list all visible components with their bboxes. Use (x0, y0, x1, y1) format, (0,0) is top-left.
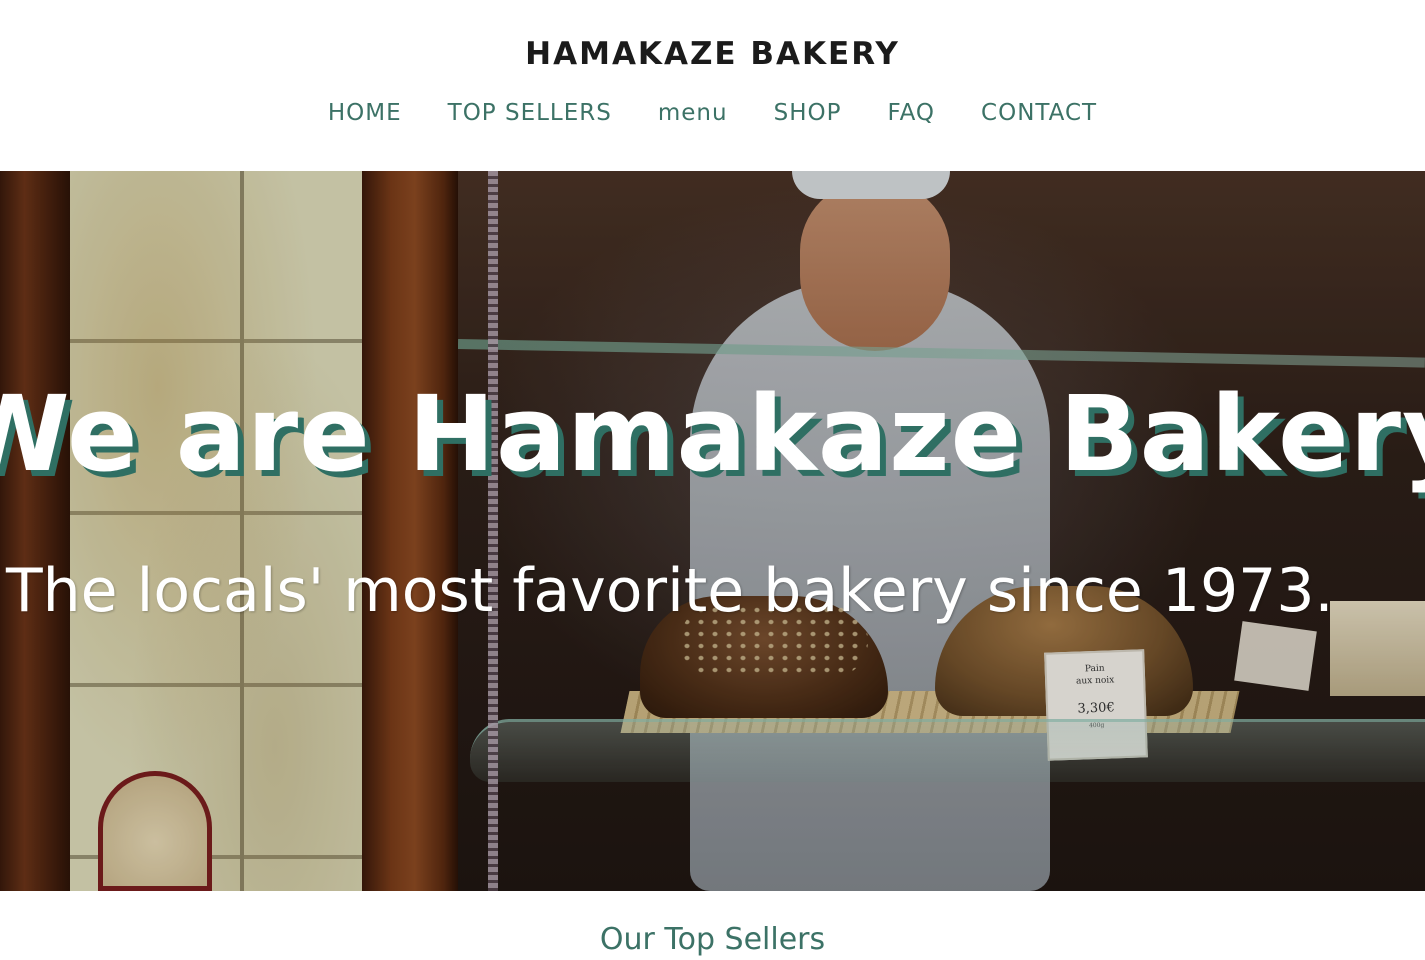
nav-faq[interactable]: FAQ (887, 100, 935, 126)
nav-menu[interactable]: menu (658, 100, 728, 126)
site-header: HAMAKAZE BAKERY HOME TOP SELLERS menu SH… (0, 0, 1425, 171)
nav-top-sellers[interactable]: TOP SELLERS (448, 100, 612, 126)
nav-home[interactable]: HOME (328, 100, 402, 126)
brand-logo[interactable]: HAMAKAZE BAKERY (0, 36, 1425, 72)
nav-contact[interactable]: CONTACT (981, 100, 1097, 126)
nav-shop[interactable]: SHOP (774, 100, 842, 126)
top-sellers-heading: Our Top Sellers (599, 922, 826, 957)
hero-overlay (0, 171, 1425, 891)
hero-title: We are Hamakaze Bakery (0, 373, 1425, 495)
hero-background-image: Pain aux noix 3,30€ 400g (0, 171, 1425, 891)
hero-banner: Pain aux noix 3,30€ 400g We are Hamakaze… (0, 171, 1425, 891)
main-nav: HOME TOP SELLERS menu SHOP FAQ CONTACT (0, 100, 1425, 126)
hero-subtitle: The locals' most favorite bakery since 1… (6, 556, 1334, 626)
